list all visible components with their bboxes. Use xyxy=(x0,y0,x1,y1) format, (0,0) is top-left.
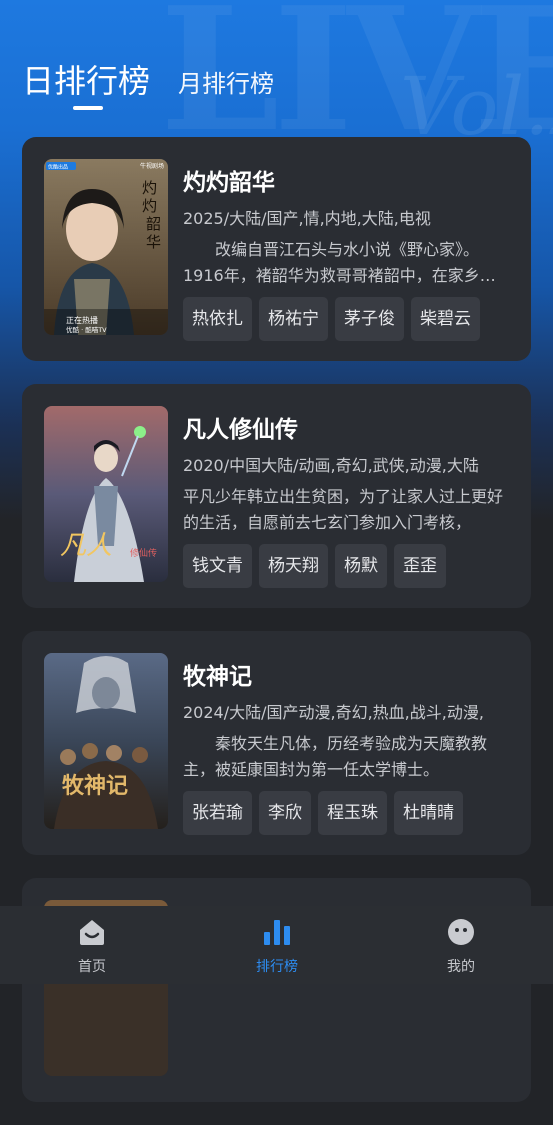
cast-list: 张若瑜 李欣 程玉珠 杜晴晴 xyxy=(183,791,463,835)
tab-profile[interactable]: 我的 xyxy=(401,906,521,984)
poster-title: 牧神记 xyxy=(62,773,128,799)
cast-chip[interactable]: 杨默 xyxy=(335,544,387,588)
cast-chip[interactable]: 茅子俊 xyxy=(335,297,404,341)
home-icon xyxy=(80,920,104,945)
item-title: 凡人修仙传 xyxy=(183,417,298,443)
tab-monthly[interactable]: 月排行榜 xyxy=(178,64,274,102)
list-item[interactable]: 优酷出品 牛视剧场 灼 灼 韶 华 正在热播 优酷 · 酷喵TV 灼灼韶华 20… xyxy=(22,137,531,361)
poster-3-art: 牧神记 xyxy=(44,653,168,829)
cast-chip[interactable]: 歪歪 xyxy=(394,544,446,588)
cast-chip[interactable]: 钱文青 xyxy=(183,544,252,588)
cast-chip[interactable]: 杜晴晴 xyxy=(394,791,463,835)
item-description: 秦牧天生凡体，历经考验成为天魔教教主，被延康国封为第一任太学博士。 xyxy=(183,734,488,779)
poster-badge: 优酷出品 xyxy=(48,164,68,171)
tab-ranking[interactable]: 排行榜 xyxy=(217,906,337,984)
cast-chip[interactable]: 柴碧云 xyxy=(411,297,480,341)
item-description: 改编自晋江石头与水小说《野心家》。 1916年，褚韶华为救哥哥褚韶中，在家乡北京… xyxy=(183,240,503,285)
poster-logo: 牛视剧场 xyxy=(140,162,164,170)
cast-chip[interactable]: 张若瑜 xyxy=(183,791,252,835)
cast-chip[interactable]: 杨祐宁 xyxy=(259,297,328,341)
poster-subtitle: 修仙传 xyxy=(130,547,157,559)
tab-ranking-label: 排行榜 xyxy=(256,959,298,975)
tab-daily[interactable]: 日排行榜 xyxy=(22,56,150,102)
cast-chip[interactable]: 杨天翔 xyxy=(259,544,328,588)
cast-chip[interactable]: 程玉珠 xyxy=(318,791,387,835)
item-description: 平凡少年韩立出生贫困，为了让家人过上更好的生活，自愿前去七玄门参加入门考核， xyxy=(183,487,504,532)
bottom-tab-bar: 首页 排行榜 我的 xyxy=(0,906,553,984)
cast-list: 钱文青 杨天翔 杨默 歪歪 xyxy=(183,544,446,588)
item-title: 灼灼韶华 xyxy=(183,170,275,196)
ranking-tabs: 日排行榜 月排行榜 xyxy=(22,56,274,102)
tab-home-label: 首页 xyxy=(78,959,106,975)
poster-image[interactable]: 凡人 修仙传 xyxy=(44,406,168,582)
item-meta: 2020/中国大陆/动画,奇幻,武侠,动漫,大陆 xyxy=(183,456,479,475)
cast-chip[interactable]: 热依扎 xyxy=(183,297,252,341)
list-item[interactable]: 凡人 修仙传 凡人修仙传 2020/中国大陆/动画,奇幻,武侠,动漫,大陆 平凡… xyxy=(22,384,531,608)
item-title: 牧神记 xyxy=(183,664,252,690)
tab-indicator xyxy=(73,106,103,110)
tab-home[interactable]: 首页 xyxy=(32,906,152,984)
poster-title-char: 灼 xyxy=(142,197,157,215)
item-meta: 2024/大陆/国产动漫,奇幻,热血,战斗,动漫, xyxy=(183,703,484,722)
poster-title: 凡人 xyxy=(60,531,112,561)
poster-1-art: 优酷出品 牛视剧场 灼 灼 韶 华 正在热播 优酷 · 酷喵TV xyxy=(44,159,168,335)
tab-profile-label: 我的 xyxy=(447,959,475,975)
poster-title-char: 华 xyxy=(146,233,161,251)
poster-2-art: 凡人 修仙传 xyxy=(44,406,168,582)
item-meta: 2025/大陆/国产,情,内地,大陆,电视 xyxy=(183,209,431,228)
poster-image[interactable]: 牧神记 xyxy=(44,653,168,829)
profile-icon xyxy=(448,919,474,945)
bar-chart-icon xyxy=(264,920,290,945)
cast-chip[interactable]: 李欣 xyxy=(259,791,311,835)
cast-list: 热依扎 杨祐宁 茅子俊 柴碧云 xyxy=(183,297,480,341)
poster-title-char: 韶 xyxy=(146,215,161,233)
poster-now-playing: 正在热播 xyxy=(66,315,98,325)
poster-title: 灼 xyxy=(142,179,157,197)
list-item[interactable]: 牧神记 牧神记 2024/大陆/国产动漫,奇幻,热血,战斗,动漫, 秦牧天生凡体… xyxy=(22,631,531,855)
poster-image[interactable]: 优酷出品 牛视剧场 灼 灼 韶 华 正在热播 优酷 · 酷喵TV xyxy=(44,159,168,335)
poster-platforms: 优酷 · 酷喵TV xyxy=(66,325,107,334)
